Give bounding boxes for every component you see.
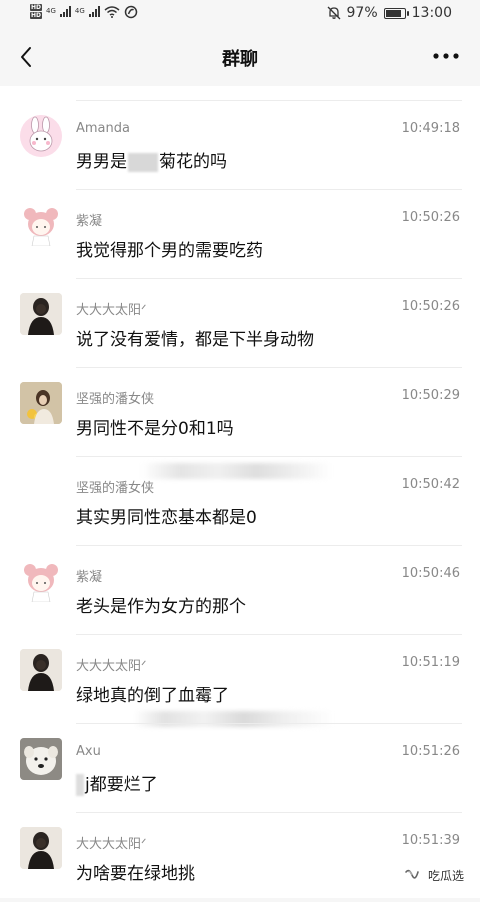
message-time: 10:51:39 xyxy=(401,833,460,848)
avatar[interactable] xyxy=(20,649,62,691)
more-dots-icon[interactable] xyxy=(432,46,460,66)
status-bar: HD HD 4G 4G 97% 13:00 xyxy=(0,0,480,28)
message-text: 男同性不是分0和1吗 xyxy=(76,419,234,439)
hd-label-1: HD xyxy=(30,4,43,11)
sender-name: 紫凝 xyxy=(76,214,103,229)
status-right: 97% 13:00 xyxy=(327,5,452,21)
avatar[interactable] xyxy=(20,738,62,780)
redaction-blur xyxy=(128,152,158,172)
network-label-1: 4G xyxy=(46,7,56,15)
message-time: 10:50:46 xyxy=(401,566,460,581)
redaction-blur xyxy=(76,774,84,796)
photo-avatar-icon xyxy=(20,827,62,869)
watermark-text: 吃瓜选 xyxy=(427,868,464,883)
message-row[interactable]: 大大大太阳ᐟ 10:51:39 为啥要在绿地挑 xyxy=(0,813,480,902)
message-time: 10:51:26 xyxy=(401,744,460,759)
nfc-icon xyxy=(124,5,138,18)
message-row[interactable]: 坚强的潘女侠 10:50:29 男同性不是分0和1吗 xyxy=(0,368,480,457)
redaction-blur xyxy=(142,463,332,479)
battery-percent: 97% xyxy=(346,5,378,21)
message-row[interactable]: Axu 10:51:26 j都要烂了 xyxy=(0,724,480,813)
bunny-avatar-icon xyxy=(20,115,62,157)
message-text-post: 菊花的吗 xyxy=(159,152,227,172)
message-row[interactable]: Amanda 10:49:18 男男是 菊花的吗 xyxy=(0,101,480,190)
sender-name: 坚强的潘女侠 xyxy=(76,392,155,407)
message-text: j都要烂了 xyxy=(76,770,158,796)
signal-icon-2 xyxy=(88,6,100,17)
page-title: 群聊 xyxy=(222,49,258,70)
avatar[interactable] xyxy=(20,115,62,157)
watermark: 吃瓜选 xyxy=(404,866,464,884)
clock: 13:00 xyxy=(411,5,452,21)
avatar[interactable] xyxy=(20,204,62,246)
battery-icon xyxy=(383,7,409,19)
network-label-2: 4G xyxy=(74,7,85,15)
chat-header: 群聊 xyxy=(0,28,480,87)
message-time: 10:49:18 xyxy=(401,121,460,136)
message-row[interactable]: 大大大太阳ᐟ 10:50:26 说了没有爱情，都是下半身动物 xyxy=(0,279,480,368)
message-time: 10:50:26 xyxy=(401,210,460,225)
message-text: 说了没有爱情，都是下半身动物 xyxy=(76,330,314,350)
message-text: 我觉得那个男的需要吃药 xyxy=(76,241,263,261)
sender-name: Amanda xyxy=(76,121,130,136)
girl-avatar-icon xyxy=(20,560,62,602)
photo-avatar-icon xyxy=(20,382,62,424)
mute-icon xyxy=(327,6,340,20)
message-text-body: j都要烂了 xyxy=(85,775,158,795)
sender-name: 大大大太阳ᐟ xyxy=(76,837,147,852)
message-text: 男男是 菊花的吗 xyxy=(76,147,227,172)
message-time: 10:50:26 xyxy=(401,299,460,314)
avatar[interactable] xyxy=(20,382,62,424)
photo-avatar-icon xyxy=(20,649,62,691)
sender-name: Axu xyxy=(76,744,101,759)
hd-icon: HD HD xyxy=(30,4,43,19)
battery-fill xyxy=(385,9,402,17)
message-row[interactable]: 紫凝 10:50:46 老头是作为女方的那个 xyxy=(0,546,480,635)
status-left: HD HD 4G 4G xyxy=(30,4,138,19)
message-row[interactable]: 紫凝 10:50:26 我觉得那个男的需要吃药 xyxy=(0,190,480,279)
sender-name: 大大大太阳ᐟ xyxy=(76,659,147,674)
message-row[interactable]: 坚强的潘女侠 10:50:42 其实男同性恋基本都是0 xyxy=(0,457,480,546)
message-text: 老头是作为女方的那个 xyxy=(76,597,246,617)
signal-icon xyxy=(59,6,71,17)
sender-name: 坚强的潘女侠 xyxy=(76,481,155,496)
avatar[interactable] xyxy=(20,293,62,335)
message-text: 其实男同性恋基本都是0 xyxy=(76,508,257,528)
photo-avatar-icon xyxy=(20,293,62,335)
dog-avatar-icon xyxy=(20,738,62,780)
message-row[interactable]: 大大大太阳ᐟ 10:51:19 绿地真的倒了血霉了 xyxy=(0,635,480,727)
hd-label-2: HD xyxy=(30,12,43,19)
wechat-channel-icon xyxy=(405,869,419,879)
message-text: 绿地真的倒了血霉了 xyxy=(76,686,229,706)
sender-name: 紫凝 xyxy=(76,570,103,585)
message-text-pre: 男男是 xyxy=(76,152,127,172)
avatar[interactable] xyxy=(20,560,62,602)
message-list[interactable]: Amanda 10:49:18 男男是 菊花的吗 紫凝 10:50:26 我觉得那… xyxy=(0,86,480,898)
message-text: 为啥要在绿地挑 xyxy=(76,864,195,884)
girl-avatar-icon xyxy=(20,204,62,246)
wifi-icon xyxy=(104,5,120,18)
sender-name: 大大大太阳ᐟ xyxy=(76,303,147,318)
message-time: 10:51:19 xyxy=(401,655,460,670)
message-time: 10:50:29 xyxy=(401,388,460,403)
message-time: 10:50:42 xyxy=(401,477,460,492)
avatar[interactable] xyxy=(20,827,62,869)
